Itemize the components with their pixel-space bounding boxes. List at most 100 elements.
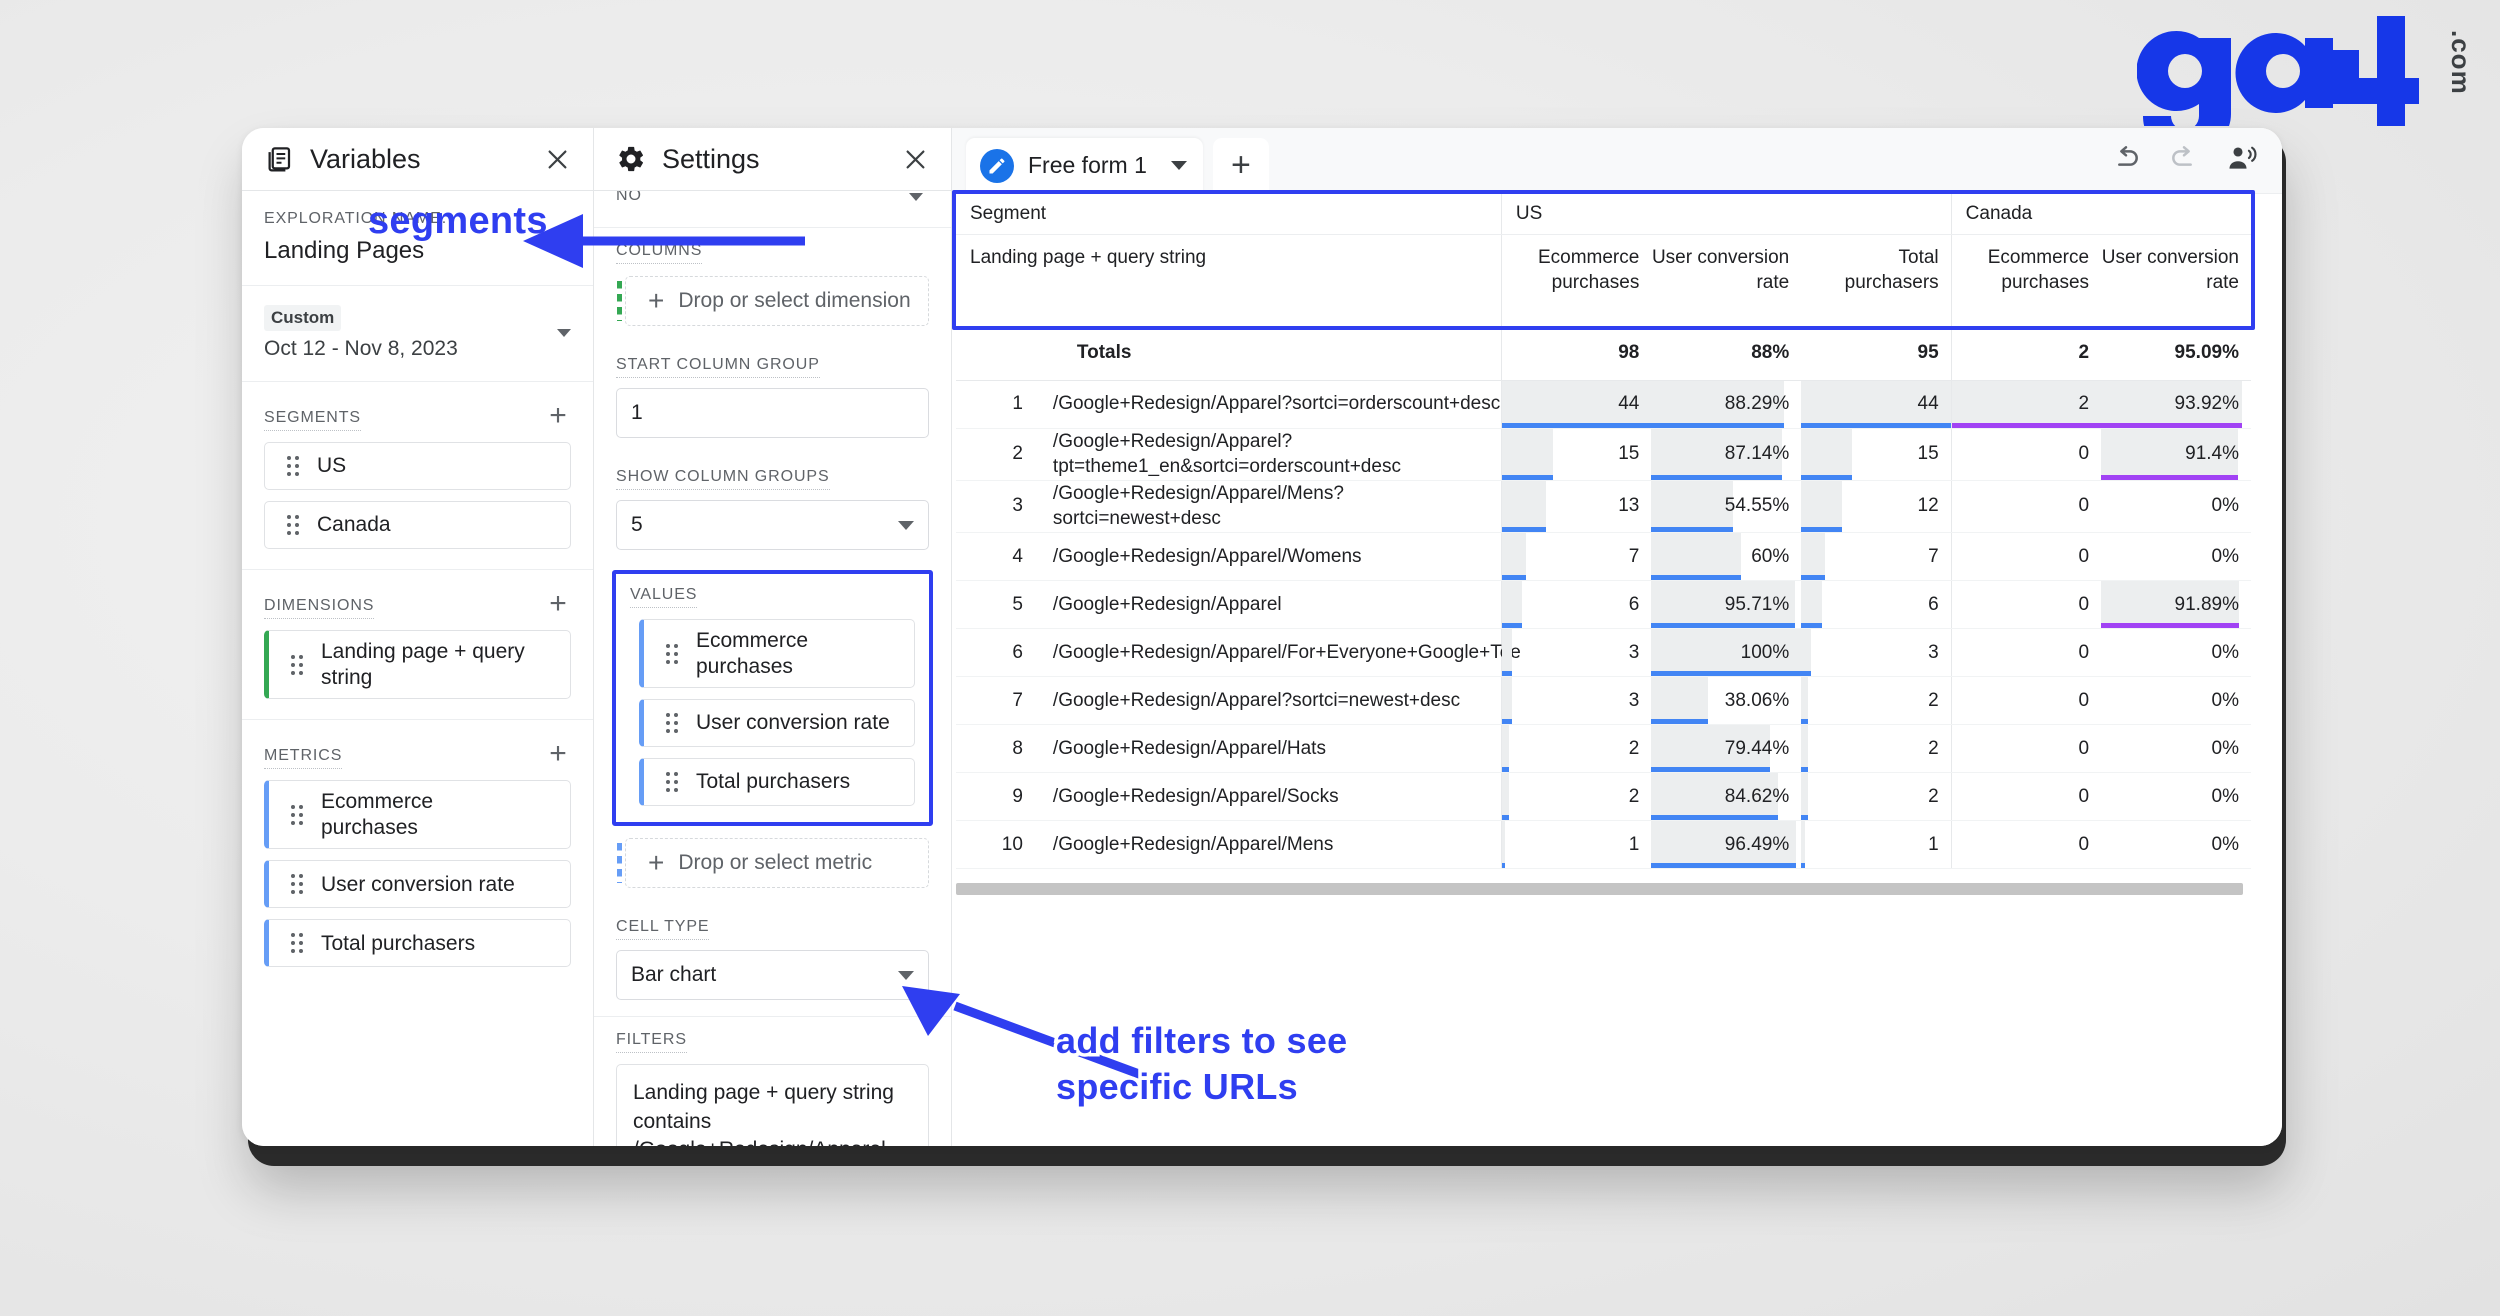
- cell-ca-ecommerce-purchases: 0: [1951, 428, 2101, 480]
- close-icon[interactable]: [902, 146, 929, 173]
- row-dimension[interactable]: /Google+Redesign/Apparel/Mens: [1039, 821, 1502, 869]
- drag-handle-icon[interactable]: [282, 933, 312, 953]
- cell-value: 93.92%: [2175, 393, 2239, 414]
- columns-dropzone[interactable]: + Drop or select dimension: [625, 276, 929, 326]
- drag-handle-icon[interactable]: [278, 456, 308, 476]
- segments-label: SEGMENTS: [264, 409, 361, 431]
- table-row[interactable]: 5/Google+Redesign/Apparel695.71%6091.89%: [956, 581, 2251, 629]
- metric-chip-ecommerce-purchases[interactable]: Ecommerce purchases: [264, 780, 571, 849]
- table-row[interactable]: 7/Google+Redesign/Apparel?sortci=newest+…: [956, 677, 2251, 725]
- plus-icon: +: [648, 847, 664, 879]
- add-metric-button[interactable]: +: [545, 739, 571, 769]
- cell-type-label: CELL TYPE: [616, 918, 709, 940]
- filters-label: FILTERS: [616, 1031, 687, 1053]
- totals-us-ecommerce-purchases: 98: [1501, 326, 1651, 380]
- table-header: Segment US Canada Landing page + query s…: [956, 194, 2251, 326]
- header-us-ecommerce-purchases[interactable]: Ecommerce purchases: [1501, 234, 1651, 326]
- exploration-table: Segment US Canada Landing page + query s…: [956, 194, 2251, 869]
- cell-ca-ecommerce-purchases: 0: [1951, 773, 2101, 821]
- cell-value: 44: [1618, 393, 1639, 414]
- header-ca-ecommerce-purchases[interactable]: Ecommerce purchases: [1951, 234, 2101, 326]
- table-row[interactable]: 3/Google+Redesign/Apparel/Mens?sortci=ne…: [956, 480, 2251, 532]
- row-dimension[interactable]: /Google+Redesign/Apparel/For+Everyone+Go…: [1039, 629, 1502, 677]
- row-dimension[interactable]: /Google+Redesign/Apparel/Socks: [1039, 773, 1502, 821]
- annotation-add-filters: add filters to see specific URLs: [1056, 1018, 1347, 1110]
- header-us-user-conversion-rate[interactable]: User conversion rate: [1651, 234, 1801, 326]
- header-ca-user-conversion-rate[interactable]: User conversion rate: [2101, 234, 2251, 326]
- header-us-total-purchasers[interactable]: Total purchasers: [1801, 234, 1951, 326]
- tab-free-form-1[interactable]: Free form 1: [966, 138, 1203, 194]
- close-icon[interactable]: [544, 146, 571, 173]
- drag-handle-icon[interactable]: [282, 655, 312, 675]
- chevron-down-icon[interactable]: [909, 193, 923, 201]
- drag-handle-icon[interactable]: [278, 515, 308, 535]
- redo-icon[interactable]: [2168, 142, 2200, 179]
- value-chip-user-conversion-rate[interactable]: User conversion rate: [639, 699, 915, 747]
- values-dropzone[interactable]: + Drop or select metric: [625, 838, 929, 888]
- value-chip-total-purchasers[interactable]: Total purchasers: [639, 758, 915, 806]
- table-row[interactable]: 8/Google+Redesign/Apparel/Hats279.44%200…: [956, 725, 2251, 773]
- start-column-group-input[interactable]: 1: [616, 388, 929, 438]
- metrics-label: METRICS: [264, 747, 342, 769]
- cell-value: 87.14%: [1725, 443, 1789, 464]
- ga4-wordmark-icon: [2137, 16, 2437, 126]
- table-row[interactable]: 10/Google+Redesign/Apparel/Mens196.49%10…: [956, 821, 2251, 869]
- table-row[interactable]: 2/Google+Redesign/Apparel?tpt=theme1_en&…: [956, 428, 2251, 480]
- table-row[interactable]: 4/Google+Redesign/Apparel/Womens760%700%: [956, 533, 2251, 581]
- values-placeholder: Drop or select metric: [678, 851, 872, 875]
- cell-value: 13: [1618, 495, 1639, 516]
- row-dimension[interactable]: /Google+Redesign/Apparel/Mens?sortci=new…: [1039, 480, 1502, 532]
- cell-value: 2: [1928, 786, 1939, 807]
- metric-chip-total-purchasers[interactable]: Total purchasers: [264, 919, 571, 967]
- row-dimension[interactable]: /Google+Redesign/Apparel/Womens: [1039, 533, 1502, 581]
- row-dimension[interactable]: /Google+Redesign/Apparel/Hats: [1039, 725, 1502, 773]
- cell-us-user-conversion-rate: 79.44%: [1651, 725, 1801, 773]
- segment-chip-us[interactable]: US: [264, 442, 571, 490]
- date-range-section[interactable]: Custom Oct 12 - Nov 8, 2023: [242, 286, 593, 382]
- cell-ca-user-conversion-rate: 93.92%: [2101, 380, 2251, 428]
- row-dimension[interactable]: /Google+Redesign/Apparel: [1039, 581, 1502, 629]
- cell-us-ecommerce-purchases: 3: [1501, 677, 1651, 725]
- drag-handle-icon[interactable]: [282, 805, 312, 825]
- chevron-down-icon[interactable]: [1171, 161, 1187, 170]
- share-person-icon[interactable]: [2226, 142, 2258, 179]
- segment-chip-canada[interactable]: Canada: [264, 501, 571, 549]
- add-segment-button[interactable]: +: [545, 401, 571, 431]
- cell-ca-ecommerce-purchases: 0: [1951, 821, 2101, 869]
- cell-us-ecommerce-purchases: 44: [1501, 380, 1651, 428]
- cell-value: 0: [2078, 690, 2089, 711]
- dimension-chip-landing-page[interactable]: Landing page + query string: [264, 630, 571, 699]
- segments-section: SEGMENTS + US Canada: [242, 382, 593, 570]
- ga4-exploration-app-window: Variables EXPLORATION NAME: Landing Page…: [242, 128, 2282, 1146]
- cell-value: 0: [2078, 495, 2089, 516]
- chevron-down-icon[interactable]: [898, 521, 914, 530]
- edit-pencil-icon: [980, 149, 1014, 183]
- add-dimension-button[interactable]: +: [545, 589, 571, 619]
- cell-value: 2: [1928, 738, 1939, 759]
- value-chip-ecommerce-purchases[interactable]: Ecommerce purchases: [639, 619, 915, 688]
- cell-us-ecommerce-purchases: 7: [1501, 533, 1651, 581]
- drag-handle-icon[interactable]: [657, 644, 687, 664]
- row-dimension[interactable]: /Google+Redesign/Apparel?tpt=theme1_en&s…: [1039, 428, 1502, 480]
- row-index: 9: [956, 773, 1039, 821]
- drag-handle-icon[interactable]: [657, 713, 687, 733]
- table-row[interactable]: 6/Google+Redesign/Apparel/For+Everyone+G…: [956, 629, 2251, 677]
- undo-icon[interactable]: [2110, 142, 2142, 179]
- horizontal-scrollbar[interactable]: [956, 883, 2243, 895]
- cell-value: 60%: [1751, 546, 1789, 567]
- row-dimension[interactable]: /Google+Redesign/Apparel?sortci=ordersco…: [1039, 380, 1502, 428]
- chevron-down-icon[interactable]: [557, 329, 571, 337]
- drag-handle-icon[interactable]: [282, 874, 312, 894]
- metric-chip-user-conversion-rate[interactable]: User conversion rate: [264, 860, 571, 908]
- row-dimension[interactable]: /Google+Redesign/Apparel?sortci=newest+d…: [1039, 677, 1502, 725]
- row-index: 5: [956, 581, 1039, 629]
- row-index: 2: [956, 428, 1039, 480]
- table-row[interactable]: 1/Google+Redesign/Apparel?sortci=ordersc…: [956, 380, 2251, 428]
- drag-handle-icon[interactable]: [657, 772, 687, 792]
- value-label: Total purchasers: [696, 769, 850, 795]
- table-row[interactable]: 9/Google+Redesign/Apparel/Socks284.62%20…: [956, 773, 2251, 821]
- show-column-groups-select[interactable]: 5: [616, 500, 929, 550]
- cell-value: 12: [1918, 495, 1939, 516]
- add-tab-button[interactable]: +: [1213, 138, 1269, 194]
- start-column-group-section: START COLUMN GROUP 1: [594, 342, 951, 454]
